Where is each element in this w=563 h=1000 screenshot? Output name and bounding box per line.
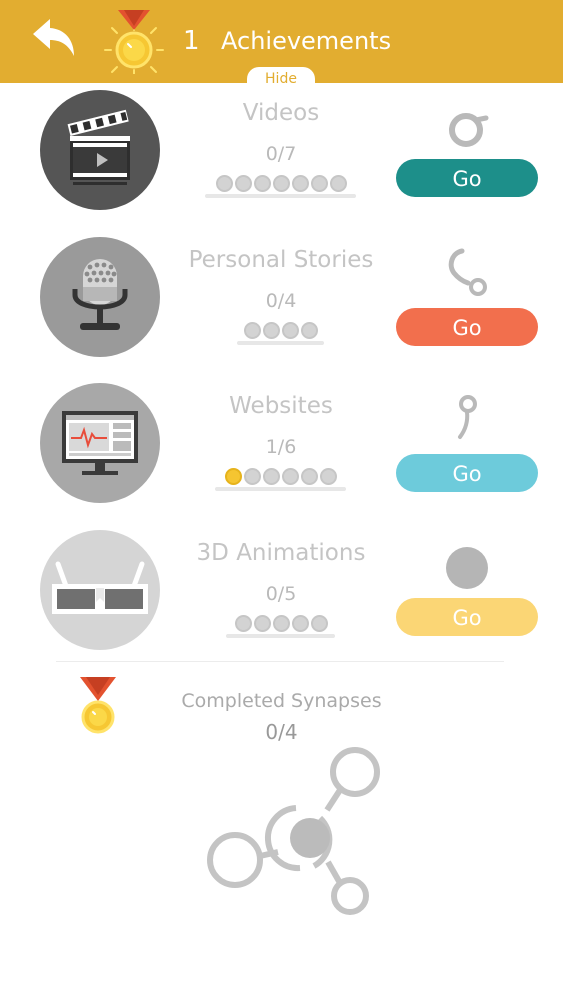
progress-dot xyxy=(301,468,318,485)
hide-button[interactable]: Hide xyxy=(247,67,315,92)
progress-dot xyxy=(215,175,233,192)
progress-dot xyxy=(320,468,337,485)
progress-dot xyxy=(310,175,328,192)
progress-dot xyxy=(244,322,261,339)
progress-dots xyxy=(170,322,392,339)
category-progress: 0/5 xyxy=(265,583,297,605)
go-button-personal-stories[interactable]: Go xyxy=(396,308,538,346)
progress-dot xyxy=(282,322,299,339)
back-button[interactable] xyxy=(30,16,80,62)
go-button-videos[interactable]: Go xyxy=(396,159,538,197)
dots-shadow xyxy=(237,341,324,345)
category-title: Videos xyxy=(242,100,320,126)
back-arrow-icon xyxy=(33,19,74,56)
progress-dots xyxy=(170,175,392,192)
dots-shadow xyxy=(215,487,346,491)
progress-dot xyxy=(329,175,347,192)
synapse-sprout-icon xyxy=(438,393,496,451)
category-title: Personal Stories xyxy=(188,247,374,273)
progress-dot xyxy=(263,322,280,339)
category-progress: 1/6 xyxy=(265,436,297,458)
page-title: Achievements xyxy=(221,27,392,55)
category-row-personal-stories: Personal Stories 0/4 Go xyxy=(0,237,563,377)
progress-dot xyxy=(291,175,309,192)
medal-icon xyxy=(70,675,130,735)
progress-dot xyxy=(234,615,252,632)
category-row-3d-animations: 3D Animations 0/5 Go xyxy=(0,530,563,670)
clapperboard-icon xyxy=(40,90,160,210)
progress-dot xyxy=(272,615,290,632)
category-title: 3D Animations xyxy=(196,540,366,566)
progress-dot xyxy=(234,175,252,192)
progress-dot xyxy=(291,615,309,632)
completed-synapses-label: Completed Synapses xyxy=(181,690,382,712)
progress-dots xyxy=(170,468,392,485)
progress-dot xyxy=(253,615,271,632)
category-row-videos: Videos 0/7 Go xyxy=(0,90,563,230)
category-progress: 0/7 xyxy=(265,143,297,165)
synapse-hook-icon xyxy=(438,247,496,305)
microphone-icon xyxy=(40,237,160,357)
progress-dot xyxy=(301,322,318,339)
monitor-icon xyxy=(40,383,160,503)
3d-glasses-icon xyxy=(40,530,160,650)
synapse-network-icon xyxy=(200,738,390,918)
progress-dot-filled xyxy=(225,468,242,485)
medal-icon xyxy=(104,8,164,75)
progress-dot xyxy=(244,468,261,485)
go-button-websites[interactable]: Go xyxy=(396,454,538,492)
go-button-3d-animations[interactable]: Go xyxy=(396,598,538,636)
category-progress: 0/4 xyxy=(265,290,297,312)
progress-dot xyxy=(272,175,290,192)
category-row-websites: Websites 1/6 Go xyxy=(0,383,563,523)
progress-dot xyxy=(310,615,328,632)
synapse-dot-icon xyxy=(438,540,496,598)
dots-shadow xyxy=(205,194,356,198)
dots-shadow xyxy=(226,634,335,638)
progress-dot xyxy=(253,175,271,192)
category-title: Websites xyxy=(229,393,333,419)
progress-dot xyxy=(263,468,280,485)
section-divider xyxy=(56,661,504,662)
achievement-count: 1 xyxy=(183,26,200,56)
synapse-ring-icon xyxy=(438,102,496,160)
progress-dot xyxy=(282,468,299,485)
progress-dots xyxy=(170,615,392,632)
